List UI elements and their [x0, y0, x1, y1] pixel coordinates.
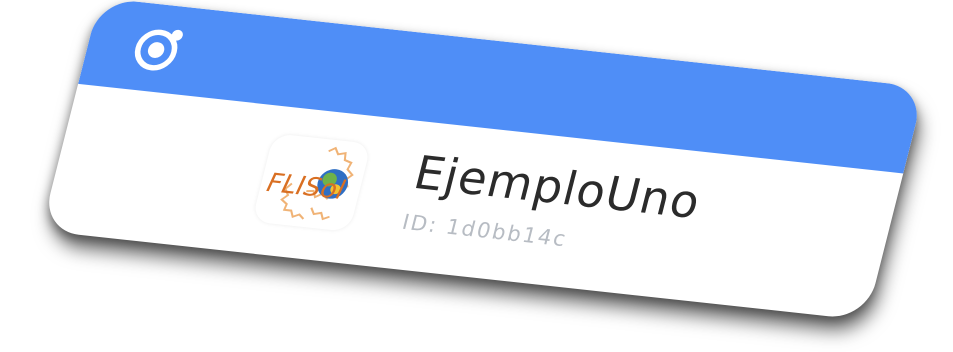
flisol-logo-icon: FLISol: [264, 146, 354, 221]
screenshot-stage: FLISol EjemploUno ID: 1d0bb14c: [0, 0, 953, 352]
ionic-logo-icon: [134, 29, 183, 71]
app-icon[interactable]: FLISol: [251, 133, 372, 232]
app-card[interactable]: FLISol EjemploUno ID: 1d0bb14c: [40, 0, 926, 321]
app-id: ID: 1d0bb14c: [399, 209, 570, 252]
